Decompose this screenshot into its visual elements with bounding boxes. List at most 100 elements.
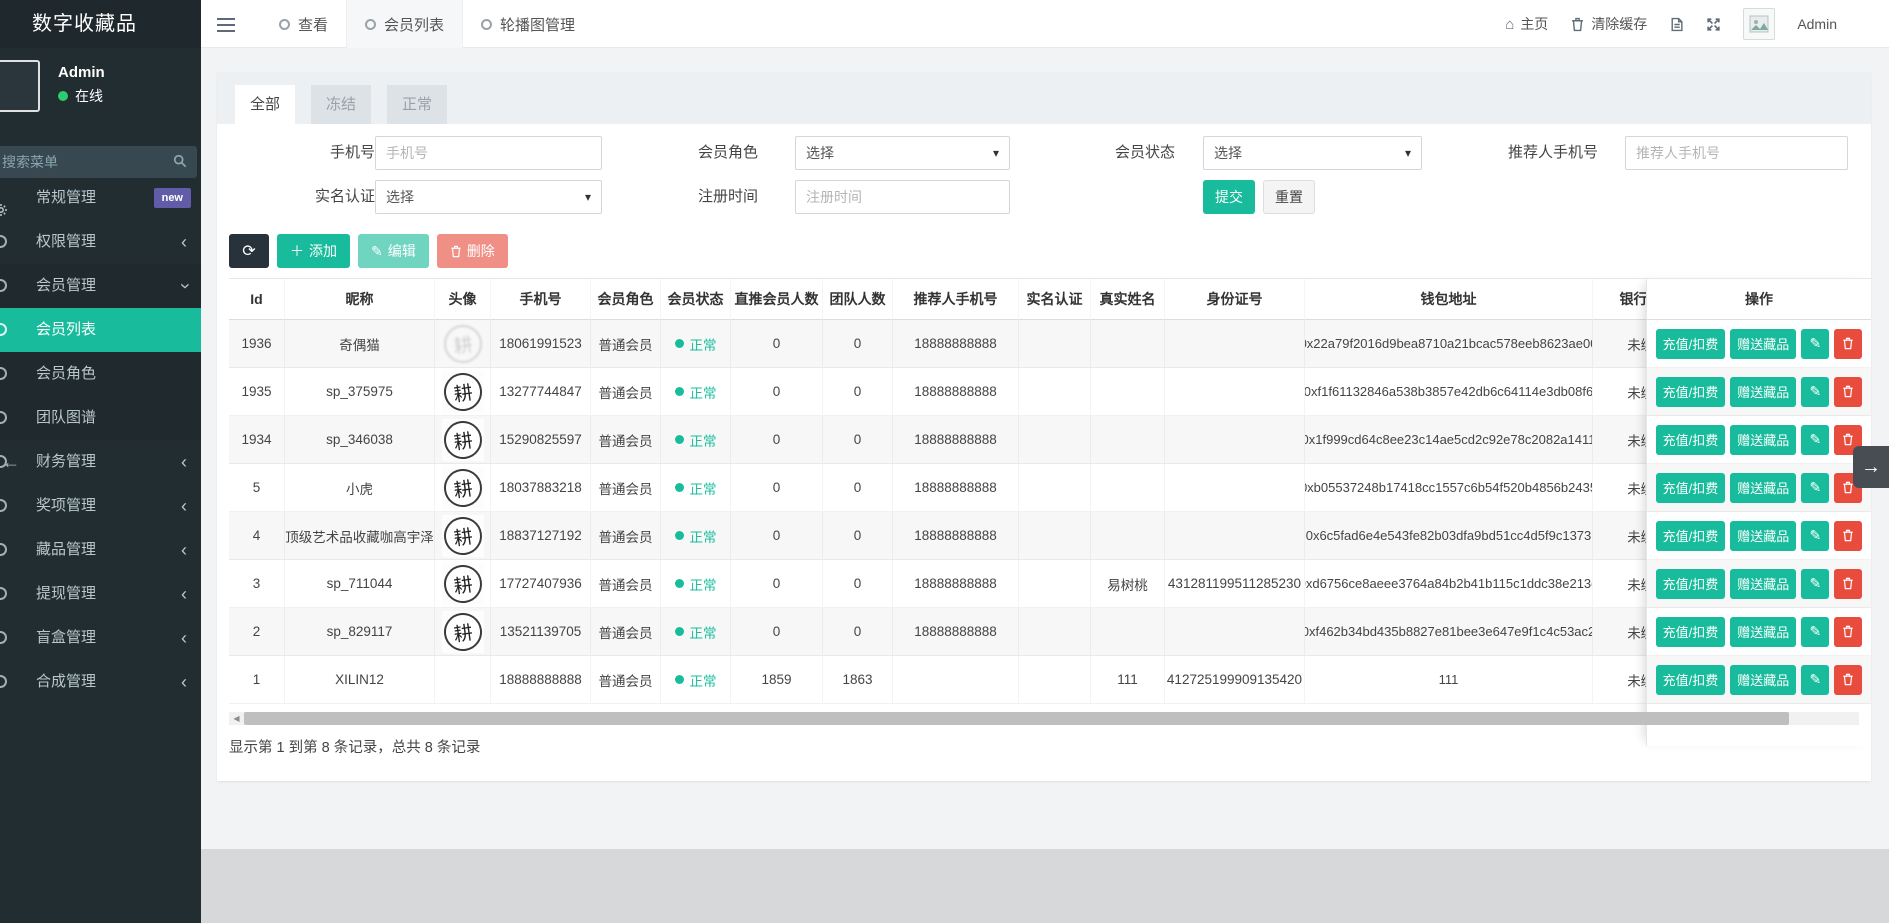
column-header-idcard[interactable]: 身份证号 (1165, 279, 1305, 320)
add-button[interactable]: ＋添加 (277, 234, 350, 268)
cell-status: 正常 (661, 368, 731, 416)
edit-row-button[interactable]: ✎ (1801, 377, 1829, 407)
circle-icon (0, 323, 7, 336)
column-header-realname[interactable]: 真实姓名 (1091, 279, 1165, 320)
edit-row-button[interactable]: ✎ (1801, 425, 1829, 455)
scroll-left-arrow[interactable]: ◀ (229, 712, 244, 725)
gift-button[interactable]: 赠送藏品 (1730, 377, 1796, 407)
sidebar-item[interactable]: 会员列表 (0, 308, 201, 352)
sidebar-item[interactable]: 提现管理‹ (0, 572, 201, 616)
cell-idcard (1165, 512, 1305, 560)
sidebar-item[interactable]: 会员角色 (0, 352, 201, 396)
nav-tab-active[interactable]: 会员列表 (346, 0, 463, 48)
status-tab[interactable]: 全部 (235, 85, 295, 124)
sidebar-item[interactable]: 藏品管理‹ (0, 528, 201, 572)
gift-button[interactable]: 赠送藏品 (1730, 617, 1796, 647)
delete-row-button[interactable] (1834, 569, 1862, 599)
status-dot-icon (675, 675, 684, 684)
recharge-button[interactable]: 充值/扣费 (1656, 377, 1726, 407)
column-header-wallet[interactable]: 钱包地址 (1305, 279, 1593, 320)
sidebar-item[interactable]: 权限管理‹ (0, 220, 201, 264)
delete-row-button[interactable] (1834, 521, 1862, 551)
nav-tab-item[interactable]: 轮播图管理 (463, 0, 593, 48)
sidebar-item[interactable]: 合成管理‹ (0, 660, 201, 704)
edit-row-button[interactable]: ✎ (1801, 665, 1829, 695)
slide-panel-toggle-button[interactable]: → (1853, 446, 1889, 488)
sidebar-item[interactable]: 盲盒管理‹ (0, 616, 201, 660)
edit-button[interactable]: ✎编辑 (358, 234, 429, 268)
phone-filter-input[interactable] (375, 136, 602, 170)
recharge-button[interactable]: 充值/扣费 (1656, 521, 1726, 551)
column-header-nickname[interactable]: 昵称 (285, 279, 435, 320)
edit-row-button[interactable]: ✎ (1801, 617, 1829, 647)
column-header-avatar[interactable]: 头像 (435, 279, 491, 320)
docs-button[interactable] (1669, 17, 1684, 32)
admin-avatar[interactable] (1743, 8, 1775, 40)
gift-button[interactable]: 赠送藏品 (1730, 521, 1796, 551)
refresh-button[interactable]: ⟳ (229, 234, 269, 268)
sidebar-item[interactable]: 奖项管理‹ (0, 484, 201, 528)
recharge-button[interactable]: 充值/扣费 (1656, 329, 1726, 359)
edit-row-button[interactable]: ✎ (1801, 329, 1829, 359)
sidebar-item[interactable]: 会员管理‹ (0, 264, 201, 308)
status-tab[interactable]: 冻结 (311, 85, 371, 124)
circle-icon (365, 19, 376, 30)
column-header-phone[interactable]: 手机号 (491, 279, 591, 320)
cell-wallet: 0xf462b34bd435b8827e81bee3e647e9f1c4c53a… (1305, 608, 1593, 656)
gift-button[interactable]: 赠送藏品 (1730, 569, 1796, 599)
user-status-label: 在线 (75, 88, 103, 104)
delete-row-button[interactable] (1834, 665, 1862, 695)
hamburger-menu-icon[interactable] (217, 14, 237, 34)
chevron-left-icon: ‹ (181, 528, 187, 572)
sidebar-item[interactable]: 财务管理‹ (0, 440, 201, 484)
nav-tab-item[interactable]: 查看 (261, 0, 346, 48)
operation-row: 充值/扣费赠送藏品✎ (1647, 464, 1871, 512)
pencil-icon: ✎ (371, 243, 383, 260)
cell-phone: 15290825597 (491, 416, 591, 464)
delete-row-button[interactable] (1834, 617, 1862, 647)
reset-button[interactable]: 重置 (1263, 180, 1315, 214)
sidebar-item-label: 会员角色 (36, 352, 96, 396)
submit-button[interactable]: 提交 (1203, 180, 1255, 214)
gift-button[interactable]: 赠送藏品 (1730, 425, 1796, 455)
column-header-direct[interactable]: 直推会员人数 (731, 279, 823, 320)
admin-username[interactable]: Admin (1797, 16, 1837, 32)
edit-row-button[interactable]: ✎ (1801, 569, 1829, 599)
trash-icon (1842, 337, 1854, 350)
menu-search-input[interactable] (0, 146, 164, 178)
status-filter-select[interactable]: 选择▾ (1203, 136, 1422, 170)
column-header-id[interactable]: Id (229, 279, 285, 320)
home-link[interactable]: ⌂ 主页 (1505, 14, 1548, 34)
column-header-status[interactable]: 会员状态 (661, 279, 731, 320)
recharge-button[interactable]: 充值/扣费 (1656, 473, 1726, 503)
edit-row-button[interactable]: ✎ (1801, 521, 1829, 551)
delete-button[interactable]: 删除 (437, 234, 508, 268)
column-header-team[interactable]: 团队人数 (823, 279, 893, 320)
fullscreen-button[interactable] (1706, 17, 1721, 32)
edit-row-button[interactable]: ✎ (1801, 473, 1829, 503)
role-filter-select[interactable]: 选择▾ (795, 136, 1010, 170)
status-badge: 正常 (675, 526, 717, 546)
column-header-role[interactable]: 会员角色 (591, 279, 661, 320)
clear-cache-link[interactable]: 清除缓存 (1570, 14, 1647, 34)
delete-row-button[interactable] (1834, 377, 1862, 407)
recharge-button[interactable]: 充值/扣费 (1656, 665, 1726, 695)
sidebar-item[interactable]: 常规管理new (0, 176, 201, 220)
column-header-realcert[interactable]: 实名认证 (1019, 279, 1091, 320)
recharge-button[interactable]: 充值/扣费 (1656, 425, 1726, 455)
search-icon[interactable] (167, 150, 193, 174)
gift-button[interactable]: 赠送藏品 (1730, 473, 1796, 503)
referrer-filter-input[interactable] (1625, 136, 1848, 170)
collapse-left-arrow-icon[interactable]: ← (2, 452, 20, 473)
cell-wallet: 0x22a79f2016d9bea8710a21bcac578eeb8623ae… (1305, 320, 1593, 368)
clear-cache-label: 清除缓存 (1591, 14, 1647, 34)
sidebar-item[interactable]: 团队图谱 (0, 396, 201, 440)
scrollbar-thumb[interactable] (244, 712, 1789, 725)
gift-button[interactable]: 赠送藏品 (1730, 665, 1796, 695)
delete-row-button[interactable] (1834, 329, 1862, 359)
gift-button[interactable]: 赠送藏品 (1730, 329, 1796, 359)
status-tab[interactable]: 正常 (387, 85, 447, 124)
recharge-button[interactable]: 充值/扣费 (1656, 569, 1726, 599)
column-header-referrer[interactable]: 推荐人手机号 (893, 279, 1019, 320)
recharge-button[interactable]: 充值/扣费 (1656, 617, 1726, 647)
